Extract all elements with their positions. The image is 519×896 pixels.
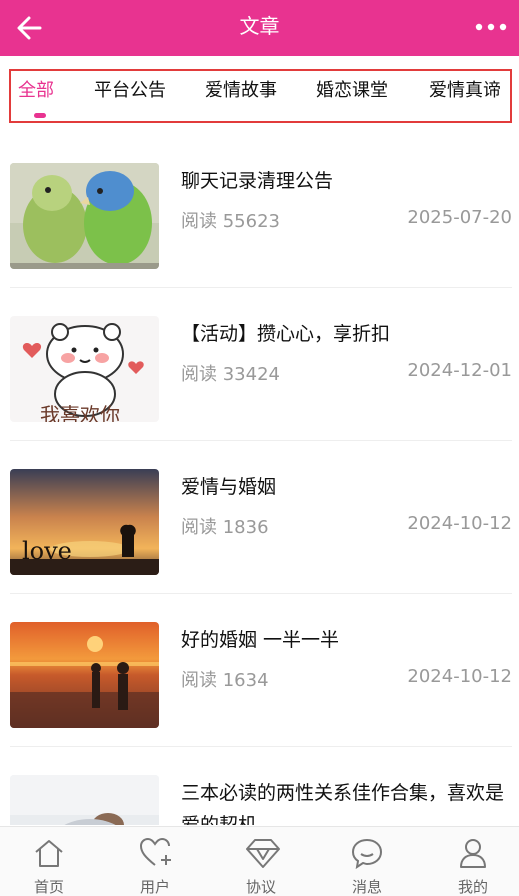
article-title: 【活动】攒心心，享折扣 [181,323,391,345]
more-dots-icon [475,23,507,31]
nav-item-profile[interactable]: 我的 [433,827,513,896]
article-date: 2025-07-20 [407,207,512,228]
article-row[interactable]: 三本必读的两性关系佳作合集，喜欢是爱的契机 [10,747,512,825]
nav-label-home: 首页 [33,878,64,896]
user-icon [460,839,486,868]
nav-label-messages: 消息 [351,878,382,896]
more-button[interactable] [473,12,509,44]
tab-announcements[interactable]: 平台公告 [94,78,166,104]
article-title: 三本必读的两性关系佳作合集，喜欢是爱的契机 [181,782,505,825]
article-thumbnail [10,775,159,825]
article-thumbnail: love [10,469,159,575]
tab-love-truth[interactable]: 爱情真谛 [429,78,501,104]
article-date: 2024-12-01 [407,360,512,381]
article-title: 好的婚姻 一半一半 [181,629,340,651]
article-row[interactable]: 好的婚姻 一半一半 阅读 1634 2024-10-12 [10,594,512,747]
nav-item-agreement[interactable]: 协议 [221,827,301,896]
nav-label-profile: 我的 [457,878,488,896]
tab-all[interactable]: 全部 [18,78,54,104]
article-date: 2024-10-12 [407,513,512,534]
article-thumbnail: 我喜欢你 [10,316,159,422]
page-title: 文章 [239,14,280,38]
nav-label-agreement: 协议 [245,878,276,896]
bottom-navigation: 首页 用户 协议 消息 我的 [0,826,519,896]
article-date: 2024-10-12 [407,666,512,687]
chat-icon [351,838,383,869]
article-title: 聊天记录清理公告 [181,170,334,192]
tab-marriage-class[interactable]: 婚恋课堂 [316,78,388,104]
article-list: 聊天记录清理公告 阅读 55623 2025-07-20 我喜欢你 【活动】攒心… [0,135,519,825]
diamond-icon [246,839,280,868]
tab-love-stories[interactable]: 爱情故事 [205,78,277,104]
nav-item-home[interactable]: 首页 [9,827,89,896]
article-row[interactable]: love 爱情与婚姻 阅读 1836 2024-10-12 [10,441,512,594]
home-icon [35,840,63,867]
article-row[interactable]: 聊天记录清理公告 阅读 55623 2025-07-20 [10,135,512,288]
article-thumbnail [10,622,159,728]
article-title: 爱情与婚姻 [181,476,277,498]
category-tabs: 全部 平台公告 爱情故事 婚恋课堂 爱情真谛 [9,69,512,123]
active-tab-indicator [34,113,46,118]
nav-item-users[interactable]: 用户 [115,827,195,896]
article-read-count: 阅读 1836 [181,517,269,538]
nav-label-users: 用户 [139,878,170,896]
article-row[interactable]: 我喜欢你 【活动】攒心心，享折扣 阅读 33424 2024-12-01 [10,288,512,441]
heart-plus-icon [139,837,171,866]
article-read-count: 阅读 33424 [181,364,280,385]
app-header: 文章 [0,0,519,56]
article-read-count: 阅读 1634 [181,670,269,691]
nav-item-messages[interactable]: 消息 [327,827,407,896]
article-thumbnail [10,163,159,269]
article-read-count: 阅读 55623 [181,211,280,232]
thumbnail-caption: 我喜欢你 [40,403,120,422]
thumbnail-caption: love [22,537,72,565]
